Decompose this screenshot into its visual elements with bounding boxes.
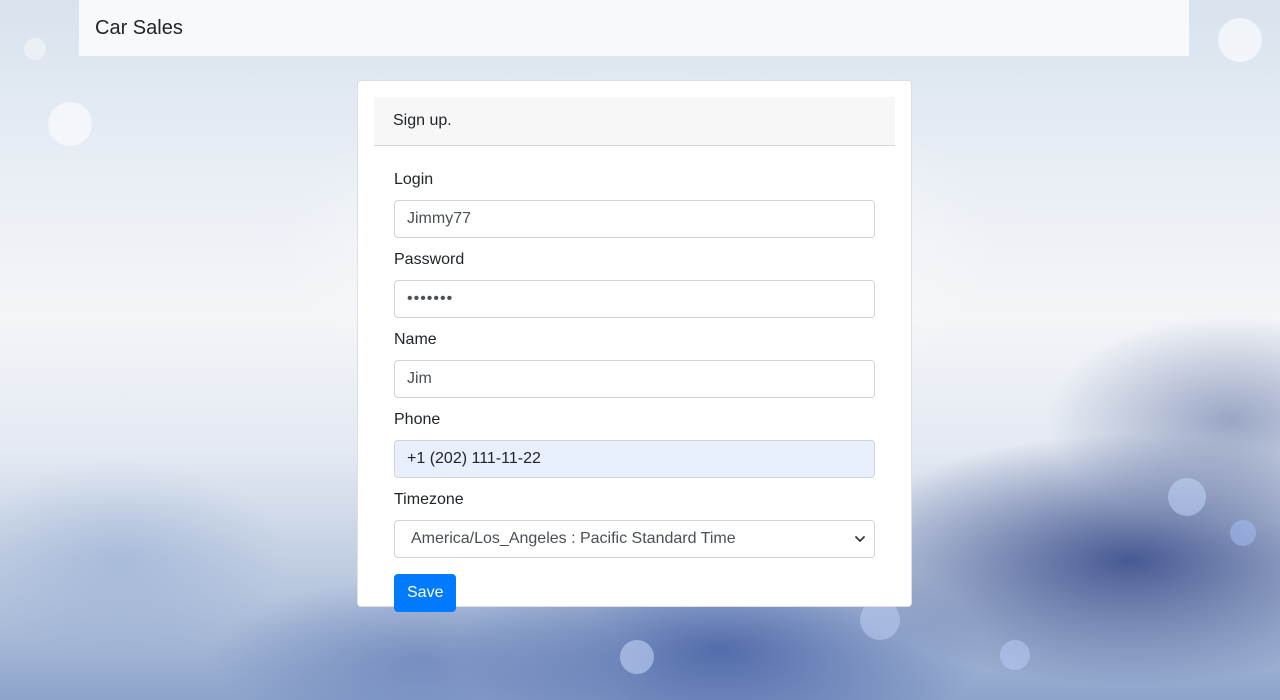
signup-card: Sign up. Login Password Name Phone Timez…: [357, 80, 912, 612]
timezone-label: Timezone: [394, 491, 464, 508]
save-button[interactable]: Save: [394, 574, 457, 612]
name-input[interactable]: [394, 360, 875, 398]
login-label: Login: [394, 171, 434, 188]
timezone-selected-value: America/Los_Angeles : Pacific Standard T…: [411, 530, 736, 547]
chevron-down-icon: [854, 533, 866, 545]
phone-input[interactable]: [394, 440, 875, 478]
navbar: Car Sales: [79, 0, 1189, 56]
timezone-group: Timezone America/Los_Angeles : Pacific S…: [394, 489, 875, 558]
password-group: Password: [394, 249, 875, 318]
bokeh-light: [48, 102, 92, 146]
bokeh-light: [24, 38, 46, 60]
password-label: Password: [394, 251, 465, 268]
bokeh-light: [1218, 18, 1262, 62]
timezone-select[interactable]: America/Los_Angeles : Pacific Standard T…: [394, 520, 875, 558]
password-input[interactable]: [394, 280, 875, 318]
signup-form: Login Password Name Phone Timezone Ameri…: [374, 146, 895, 612]
card-title: Sign up.: [393, 112, 452, 129]
login-input[interactable]: [394, 200, 875, 238]
brand-link[interactable]: Car Sales: [95, 18, 183, 38]
bokeh-light: [1000, 640, 1030, 670]
name-group: Name: [394, 329, 875, 398]
bokeh-light: [1168, 478, 1206, 516]
login-group: Login: [394, 169, 875, 238]
phone-label: Phone: [394, 411, 441, 428]
bokeh-light: [1230, 520, 1256, 546]
phone-group: Phone: [394, 409, 875, 478]
card-header: Sign up.: [374, 97, 895, 146]
name-label: Name: [394, 331, 437, 348]
bokeh-light: [620, 640, 654, 674]
